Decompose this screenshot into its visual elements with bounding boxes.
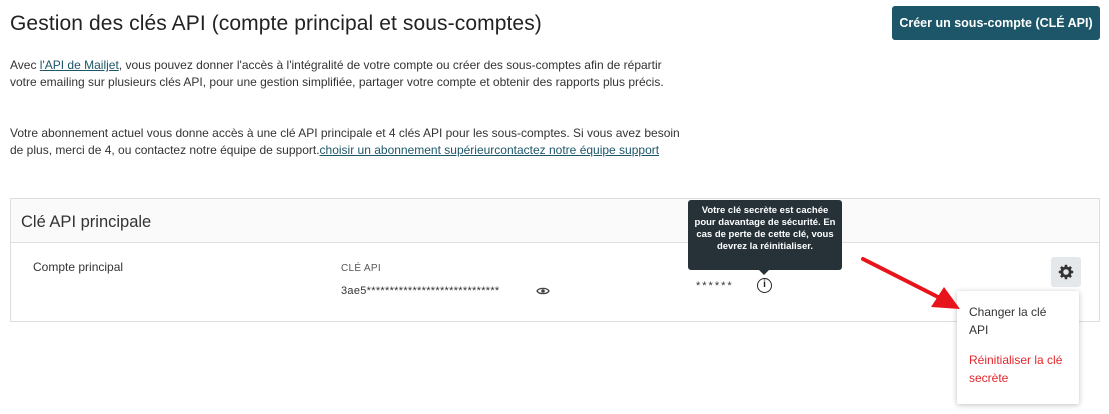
page-title: Gestion des clés API (compte principal e…	[10, 12, 542, 35]
tooltip-arrow	[758, 269, 770, 275]
api-key-value: 3ae5*****************************	[341, 285, 500, 297]
create-subaccount-button[interactable]: Créer un sous-compte (CLÉ API)	[892, 6, 1100, 40]
mailjet-api-link[interactable]: l'API de Mailjet	[40, 58, 119, 72]
card-header: Clé API principale	[11, 199, 1099, 243]
intro-p1-prefix: Avec	[10, 58, 40, 72]
info-icon[interactable]: i	[757, 278, 772, 293]
menu-item-change-key[interactable]: Changer la clé API	[969, 303, 1067, 339]
card-title: Clé API principale	[21, 213, 152, 231]
eye-icon[interactable]	[536, 286, 550, 296]
main-api-key-card: Clé API principale Compte principal CLÉ …	[10, 198, 1100, 322]
settings-gear-button[interactable]	[1051, 257, 1081, 287]
settings-dropdown-menu: Changer la clé API Réinitialiser la clé …	[957, 291, 1079, 404]
api-key-column-label: CLÉ API	[341, 263, 381, 274]
secret-key-tooltip: Votre clé secrète est cachée pour davant…	[688, 200, 842, 270]
intro-paragraph-1: Avec l'API de Mailjet, vous pouvez donne…	[10, 57, 690, 90]
secret-key-mask: ******	[696, 280, 734, 292]
account-label: Compte principal	[33, 260, 124, 274]
upgrade-support-link[interactable]: choisir un abonnement supérieurcontactez…	[320, 143, 660, 157]
menu-item-reset-secret[interactable]: Réinitialiser la clé secrète	[969, 351, 1067, 387]
gear-icon	[1058, 264, 1074, 280]
intro-paragraph-2: Votre abonnement actuel vous donne accès…	[10, 125, 690, 158]
